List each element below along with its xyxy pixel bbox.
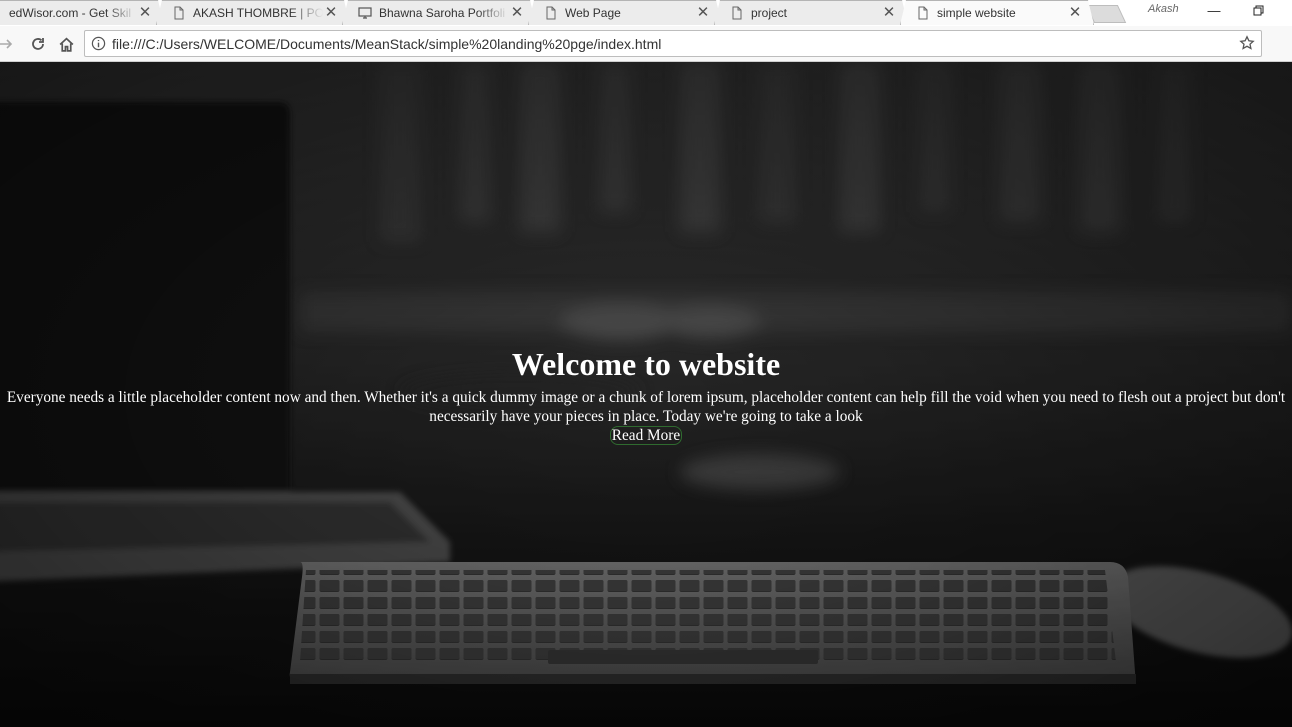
tab-title: edWisor.com - Get Skil — [9, 6, 132, 20]
close-icon[interactable]: ✕ — [509, 5, 525, 21]
close-icon[interactable]: ✕ — [881, 5, 897, 21]
hero-section: Welcome to website Everyone needs a litt… — [0, 344, 1292, 445]
minimize-icon[interactable]: — — [1203, 2, 1225, 20]
tab-3[interactable]: Bhawna Saroha Portfoli ✕ — [342, 0, 536, 25]
page-icon — [543, 5, 559, 21]
address-bar[interactable]: file:///C:/Users/WELCOME/Documents/MeanS… — [84, 30, 1262, 57]
page-icon — [729, 5, 745, 21]
tab-title: Bhawna Saroha Portfoli — [379, 6, 506, 20]
tab-title: Web Page — [565, 6, 621, 20]
browser-toolbar: file:///C:/Users/WELCOME/Documents/MeanS… — [0, 26, 1292, 62]
home-icon[interactable] — [54, 32, 78, 56]
page-icon — [171, 5, 187, 21]
monitor-icon — [357, 5, 373, 21]
tab-6-active[interactable]: simple website ✕ — [900, 0, 1094, 25]
close-icon[interactable]: ✕ — [1067, 5, 1083, 21]
tab-title: project — [751, 6, 788, 20]
url-text[interactable]: file:///C:/Users/WELCOME/Documents/MeanS… — [112, 36, 661, 52]
tab-title: simple website — [937, 6, 1016, 20]
close-icon[interactable]: ✕ — [695, 5, 711, 21]
forward-icon[interactable] — [0, 32, 18, 56]
bookmark-star-icon[interactable] — [1239, 35, 1255, 51]
tab-5[interactable]: project ✕ — [714, 0, 908, 25]
tab-title: AKASH THOMBRE | PO — [193, 6, 323, 20]
info-icon[interactable] — [91, 36, 106, 51]
hero-heading: Welcome to website — [511, 346, 781, 382]
reload-icon[interactable] — [26, 32, 50, 56]
tab-strip: edWisor.com - Get Skil ✕ AKASH THOMBRE |… — [0, 0, 1292, 26]
read-more-button[interactable]: Read More — [609, 426, 683, 445]
tab-1[interactable]: edWisor.com - Get Skil ✕ — [0, 0, 164, 25]
close-icon[interactable]: ✕ — [137, 5, 153, 21]
profile-name[interactable]: Akash — [1148, 3, 1188, 19]
close-icon[interactable]: ✕ — [323, 5, 339, 21]
page-viewport: Welcome to website Everyone needs a litt… — [0, 62, 1292, 727]
restore-icon[interactable] — [1248, 2, 1270, 20]
tab-4[interactable]: Web Page ✕ — [528, 0, 722, 25]
hero-paragraph: Everyone needs a little placeholder cont… — [6, 389, 1286, 425]
tab-2[interactable]: AKASH THOMBRE | PO ✕ — [156, 0, 350, 25]
page-icon — [915, 5, 931, 21]
